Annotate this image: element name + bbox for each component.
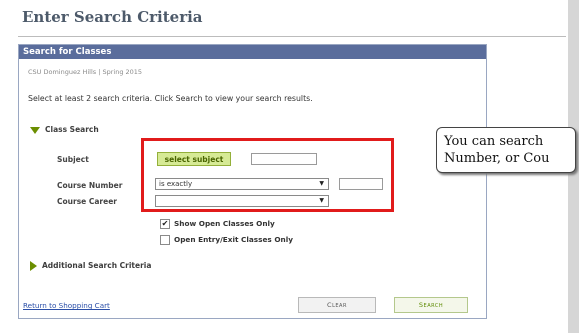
show-open-checkbox[interactable]: ✔: [160, 219, 170, 229]
return-to-cart-link[interactable]: Return to Shopping Cart: [23, 301, 110, 310]
triangle-right-icon: [30, 261, 37, 271]
page-title: Enter Search Criteria: [22, 8, 203, 26]
callout-line-1: You can search: [444, 134, 544, 149]
triangle-down-icon: [30, 126, 40, 134]
highlight-box: [141, 138, 394, 212]
open-entry-label: Open Entry/Exit Classes Only: [174, 235, 293, 244]
open-entry-row[interactable]: Open Entry/Exit Classes Only: [160, 235, 293, 245]
additional-criteria-label: Additional Search Criteria: [42, 261, 152, 270]
search-button[interactable]: Search: [394, 297, 468, 313]
course-number-label: Course Number: [57, 181, 123, 190]
callout-line-2: Number, or Cou: [444, 151, 550, 166]
instructions-text: Select at least 2 search criteria. Click…: [28, 94, 313, 103]
open-entry-checkbox[interactable]: [160, 235, 170, 245]
term-breadcrumb: CSU Dominguez Hills | Spring 2015: [28, 68, 143, 76]
panel-header: Search for Classes: [19, 45, 486, 59]
show-open-label: Show Open Classes Only: [174, 219, 275, 228]
additional-criteria-toggle[interactable]: Additional Search Criteria: [30, 261, 151, 271]
class-search-label: Class Search: [45, 125, 99, 134]
title-divider: [18, 36, 566, 37]
course-career-label: Course Career: [57, 197, 117, 206]
page: Enter Search Criteria Search for Classes…: [0, 0, 579, 333]
show-open-classes-row[interactable]: ✔ Show Open Classes Only: [160, 219, 275, 229]
class-search-toggle[interactable]: Class Search: [30, 125, 99, 134]
tooltip-callout: You can search Number, or Cou: [436, 127, 576, 173]
clear-button[interactable]: Clear: [298, 297, 376, 313]
subject-label: Subject: [57, 155, 89, 164]
